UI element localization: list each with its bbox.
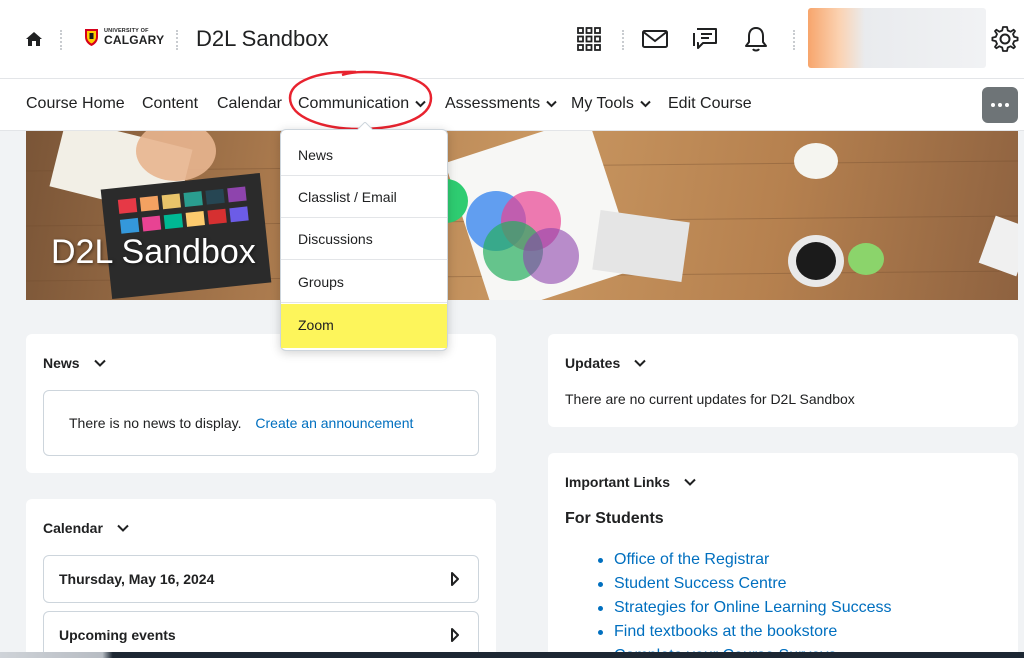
chevron-down-icon: [640, 100, 651, 108]
calendar-title: Calendar: [43, 520, 103, 536]
dropdown-item-zoom[interactable]: Zoom: [281, 304, 447, 348]
separator: [60, 30, 62, 50]
nav-item-assessments[interactable]: Assessments: [445, 95, 557, 113]
home-icon[interactable]: [24, 29, 44, 49]
separator: [176, 30, 178, 50]
chevron-down-icon[interactable]: [684, 478, 696, 486]
nav-item-my-tools[interactable]: My Tools: [571, 95, 651, 113]
calendar-widget: Calendar Thursday, May 16, 2024 Upcoming…: [26, 499, 496, 658]
upcoming-events-row[interactable]: Upcoming events: [43, 611, 479, 658]
for-students-heading: For Students: [565, 510, 664, 527]
logo-text-bottom: CALGARY: [104, 33, 165, 48]
banner-title: D2L Sandbox: [51, 233, 256, 271]
university-shield-icon: [85, 29, 98, 46]
communication-dropdown: News Classlist / Email Discussions Group…: [280, 122, 448, 351]
nav-item-edit-course[interactable]: Edit Course: [668, 95, 752, 113]
updates-text: There are no current updates for D2L San…: [565, 391, 855, 407]
chat-icon[interactable]: [690, 24, 720, 54]
chevron-down-icon: [415, 100, 426, 108]
updates-title: Updates: [565, 355, 621, 371]
nav-item-course-home[interactable]: Course Home: [26, 95, 125, 113]
apps-grid-icon[interactable]: [574, 24, 604, 54]
important-links-title: Important Links: [565, 474, 671, 490]
dropdown-item-discussions[interactable]: Discussions: [281, 218, 447, 260]
important-links-list: Office of the Registrar Student Success …: [598, 548, 891, 658]
bottom-taskbar-strip: [0, 652, 1024, 658]
university-logo[interactable]: UNIVERSITY OF CALGARY: [84, 28, 164, 47]
chevron-down-icon: [546, 100, 557, 108]
link-bookstore[interactable]: Find textbooks at the bookstore: [598, 620, 891, 644]
link-student-success[interactable]: Student Success Centre: [598, 572, 891, 596]
chevron-right-icon: [451, 628, 459, 642]
news-widget: News There is no news to display. Create…: [26, 334, 496, 473]
important-links-header[interactable]: Important Links: [565, 474, 696, 490]
create-announcement-link[interactable]: Create an announcement: [255, 415, 413, 431]
bell-icon[interactable]: [741, 24, 771, 54]
separator: [793, 30, 795, 50]
important-links-widget: Important Links For Students Office of t…: [548, 453, 1018, 658]
chevron-right-icon: [451, 572, 459, 586]
nav-item-calendar[interactable]: Calendar: [217, 95, 282, 113]
news-empty-text: There is no news to display.: [69, 415, 242, 431]
updates-header[interactable]: Updates: [565, 355, 646, 371]
updates-widget: Updates There are no current updates for…: [548, 334, 1018, 427]
dropdown-item-groups[interactable]: Groups: [281, 261, 447, 303]
course-banner: D2L Sandbox: [26, 131, 1018, 300]
nav-item-content[interactable]: Content: [142, 95, 198, 113]
news-header[interactable]: News: [43, 355, 106, 371]
dropdown-caret: [357, 122, 373, 130]
chevron-down-icon[interactable]: [634, 359, 646, 367]
dropdown-item-news[interactable]: News: [281, 134, 447, 176]
calendar-date-row[interactable]: Thursday, May 16, 2024: [43, 555, 479, 603]
dropdown-item-classlist[interactable]: Classlist / Email: [281, 176, 447, 218]
chevron-down-icon[interactable]: [93, 359, 106, 367]
more-options-icon[interactable]: [982, 87, 1018, 123]
news-empty-box: There is no news to display. Create an a…: [43, 390, 479, 456]
calendar-date: Thursday, May 16, 2024: [59, 571, 215, 587]
org-title[interactable]: D2L Sandbox: [196, 26, 329, 52]
link-online-learning[interactable]: Strategies for Online Learning Success: [598, 596, 891, 620]
course-navbar: Course Home Content Calendar Communicati…: [0, 79, 1024, 131]
chevron-down-icon[interactable]: [117, 524, 129, 532]
mail-icon[interactable]: [640, 24, 670, 54]
link-office-registrar[interactable]: Office of the Registrar: [598, 548, 891, 572]
calendar-header[interactable]: Calendar: [43, 520, 129, 536]
separator: [622, 30, 624, 50]
top-header: UNIVERSITY OF CALGARY D2L Sandbox: [0, 0, 1024, 79]
nav-item-communication[interactable]: Communication: [298, 95, 426, 113]
upcoming-events-label: Upcoming events: [59, 627, 176, 643]
user-profile-blurred[interactable]: [808, 8, 986, 68]
news-title: News: [43, 355, 80, 371]
banner-image: [26, 131, 1018, 300]
gear-icon[interactable]: [990, 24, 1020, 54]
